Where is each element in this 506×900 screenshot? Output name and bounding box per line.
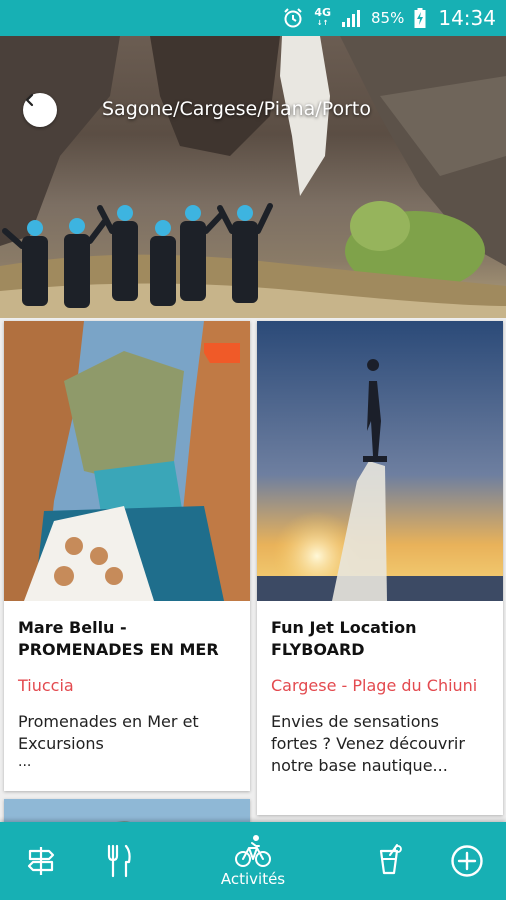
card-description: Promenades en Mer et Excursions [18, 712, 199, 753]
card-name: Fun Jet Location FLYBOARD [271, 618, 417, 659]
hero-image: Sagone/Cargese/Piana/Porto [0, 36, 506, 318]
activity-card-fun-jet[interactable]: Fun Jet Location FLYBOARD Cargese - Plag… [257, 321, 503, 815]
page-title: Sagone/Cargese/Piana/Porto [102, 98, 371, 120]
card-photo [257, 321, 503, 601]
clock: 14:34 [438, 6, 496, 30]
battery-percent: 85% [371, 9, 405, 27]
alarm-icon [282, 7, 304, 29]
canyon-photo [0, 36, 506, 318]
card-body: Mare Bellu - PROMENADES EN MER Tiuccia P… [4, 601, 250, 779]
card-photo [4, 321, 250, 601]
fork-knife-icon [107, 844, 131, 878]
battery-charging-icon [414, 8, 426, 28]
nav-item-restaurants[interactable] [92, 822, 146, 900]
card-name: Mare Bellu - PROMENADES EN MER [18, 618, 219, 659]
nav-item-more[interactable] [440, 822, 494, 900]
signal-icon [341, 9, 361, 27]
nav-item-directions[interactable] [14, 822, 68, 900]
status-bar: 4G ↓↑ 85% 14:34 [0, 0, 506, 36]
card-place: Tiuccia [18, 676, 74, 695]
nav-item-bars[interactable] [362, 822, 416, 900]
bottom-navigation: Activités [0, 822, 506, 900]
activity-card-mare-bellu[interactable]: Mare Bellu - PROMENADES EN MER Tiuccia P… [4, 321, 250, 791]
signpost-icon [27, 847, 55, 875]
back-button[interactable] [23, 93, 57, 127]
card-ellipsis: ... [18, 754, 32, 770]
card-place: Cargese - Plage du Chiuni [271, 676, 478, 695]
card-description: Envies de sensations fortes ? Venez déco… [271, 712, 465, 775]
chevron-left-icon [25, 93, 34, 107]
plus-circle-icon [451, 845, 483, 877]
network-activity: ↓↑ [316, 19, 329, 27]
card-body: Fun Jet Location FLYBOARD Cargese - Plag… [257, 601, 503, 787]
nav-label-activities: Activités [220, 870, 286, 888]
nav-item-activities[interactable]: Activités [204, 822, 302, 900]
network-type: 4G [314, 6, 332, 19]
network-indicator: 4G ↓↑ [314, 6, 332, 28]
bicycle-icon [235, 835, 271, 867]
cocktail-icon [379, 844, 402, 875]
